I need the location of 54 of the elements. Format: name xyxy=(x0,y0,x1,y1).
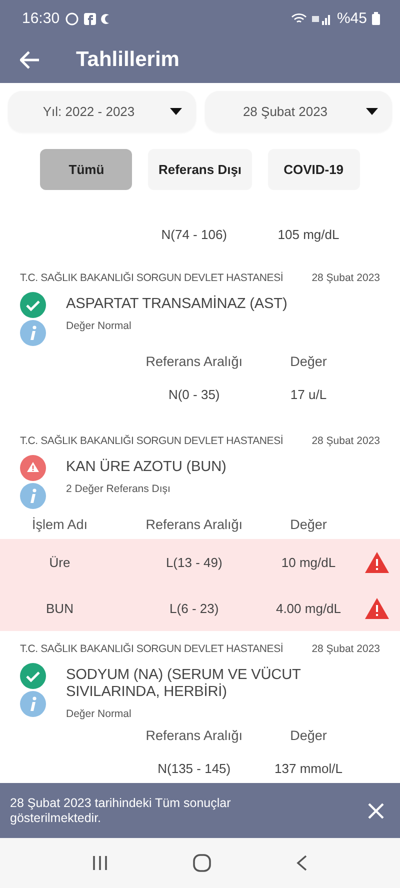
result-date: 28 Şubat 2023 xyxy=(312,435,380,447)
reference-range: N(135 - 145) xyxy=(156,760,232,776)
result-value: 137 mmol/L xyxy=(274,760,344,776)
reference-range: L(13 - 49) xyxy=(164,554,224,570)
caret-icon xyxy=(170,108,182,115)
status-time: 16:30 xyxy=(22,10,60,27)
page-title: Tahlillerim xyxy=(76,48,180,72)
result-summary: Değer Normal xyxy=(66,320,132,332)
result-date: 28 Şubat 2023 xyxy=(312,272,380,284)
reference-range: N(0 - 35) xyxy=(167,386,221,402)
hospital-name: T.C. SAĞLIK BAKANLIĞI SORGUN DEVLET HASTANESİ xyxy=(20,435,284,447)
column-header: Referans Aralığı xyxy=(144,728,244,742)
test-name: KAN ÜRE AZOTU (BUN) xyxy=(66,458,228,476)
hospital-name: T.C. SAĞLIK BAKANLIĞI SORGUN DEVLET HASTANESİ xyxy=(20,643,284,655)
result-summary: Değer Normal xyxy=(66,708,132,720)
warning-icon xyxy=(365,598,390,618)
close-icon[interactable] xyxy=(368,802,384,818)
column-header: İşlem Adı xyxy=(32,516,88,532)
dropdown[interactable]: 28 Şubat 2023 xyxy=(204,91,392,132)
result-value: 105 mg/dL xyxy=(276,226,340,242)
caret-icon xyxy=(366,108,378,115)
column-header: Değer xyxy=(289,516,328,532)
result-value: 4.00 mg/dL xyxy=(274,600,342,616)
test-name: SODYUM (NA) (SERUM VE VÜCUT SIVILARINDA, HERBİRİ) xyxy=(66,666,302,701)
reference-range: N(74 - 106) xyxy=(160,226,228,242)
test-name: ASPARTAT TRANSAMİNAZ (AST) xyxy=(66,294,288,313)
filter-chip[interactable]: COVID-19 xyxy=(268,149,360,190)
wifi-icon xyxy=(290,12,307,24)
back-arrow-icon[interactable] xyxy=(20,51,40,69)
reference-range: L(6 - 23) xyxy=(168,600,220,616)
recent-apps-icon[interactable] xyxy=(92,855,108,871)
result-value: 10 mg/dL xyxy=(280,554,337,570)
result-value: 17 u/L xyxy=(289,386,328,402)
test-item-name: Üre xyxy=(49,554,70,570)
result-date: 28 Şubat 2023 xyxy=(312,643,380,655)
moon-icon xyxy=(100,12,111,24)
column-header: Referans Aralığı xyxy=(144,516,244,532)
back-icon[interactable] xyxy=(296,855,308,871)
column-header: Değer xyxy=(289,354,328,368)
test-item-name: BUN xyxy=(46,600,74,616)
battery-icon xyxy=(372,12,380,25)
filter-chip[interactable]: Tümü xyxy=(40,149,132,190)
warning-icon xyxy=(365,552,390,572)
hospital-name: T.C. SAĞLIK BAKANLIĞI SORGUN DEVLET HASTANESİ xyxy=(20,272,284,284)
result-summary: 2 Değer Referans Dışı xyxy=(66,483,172,495)
snackbar-message: 28 Şubat 2023 tarihindeki Tüm sonuçlar gösterilmektedir. xyxy=(10,796,232,826)
home-icon[interactable] xyxy=(192,854,211,872)
dropdown[interactable]: Yıl: 2022 - 2023 xyxy=(8,91,196,132)
column-header: Değer xyxy=(289,728,328,742)
filter-chip[interactable]: Referans Dışı xyxy=(148,149,252,190)
column-header: Referans Aralığı xyxy=(144,354,244,368)
facebook-icon xyxy=(84,12,96,24)
battery-level: %45 xyxy=(336,10,367,27)
signal-icon xyxy=(312,12,332,24)
